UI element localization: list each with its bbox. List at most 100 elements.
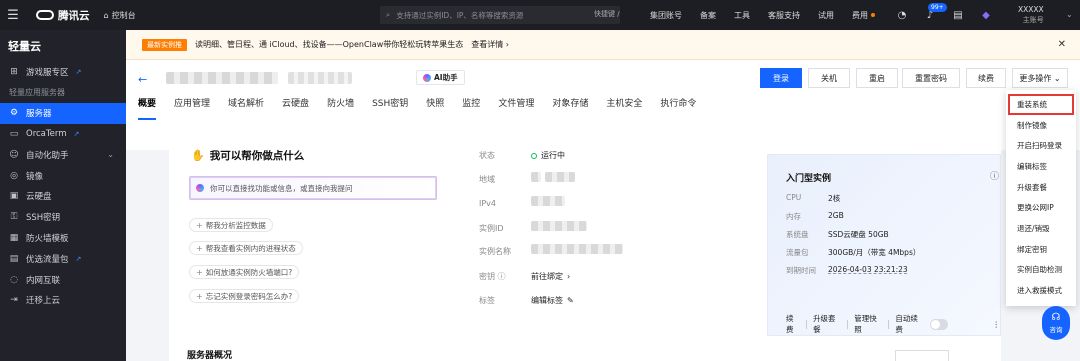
edit-tag-link[interactable]: 编辑标签 ✎ [531,295,574,306]
more-actions-button[interactable]: 更多操作 ⌄ [1012,68,1068,88]
nav-group-account[interactable]: 集团账号 [650,10,682,21]
sidebar-item-label: OrcaTerm [26,128,67,139]
cart-icon[interactable]: ▤ [952,9,964,21]
tab-cloud-disk[interactable]: 云硬盘 [282,96,309,118]
console-link[interactable]: ⌂ 控制台 [104,10,136,21]
tab-domain[interactable]: 域名解析 [228,96,264,118]
menu-item-return-destroy[interactable]: 退还/销毁 [1006,218,1076,239]
nav-tools[interactable]: 工具 [734,10,750,21]
auto-renew-toggle[interactable] [929,318,949,330]
notification-badge: 99+ [928,3,947,12]
summary-title: 服务器概况 [187,351,233,361]
sidebar-item-migrate[interactable]: ⇥ 迁移上云 [0,290,126,311]
suggestion-chip[interactable]: + 帮我分析监控数据 [189,218,273,232]
plus-sparkle-icon: + [196,243,203,253]
snapshot-link[interactable]: 管理快照 [854,313,882,335]
close-icon[interactable]: ✕ [1058,39,1066,50]
sidebar-item-server[interactable]: ⚙ 服务器 [0,102,126,124]
renew-link[interactable]: 续费 [786,313,800,335]
restart-button[interactable]: 重启 [856,68,898,88]
cloud-logo-icon [36,10,54,20]
user-account[interactable]: XXXXX 主账号 [1018,4,1044,26]
menu-item-self-check[interactable]: 实例自助检测 [1006,260,1076,281]
spec-key: 内存 [786,212,801,221]
pencil-icon: ✎ [567,296,574,305]
assistant-input[interactable]: 你可以直接找功能或信息，或直接向我提问 [189,176,437,200]
tab-run-command[interactable]: 执行命令 [660,96,696,118]
assistant-input-placeholder: 你可以直接找功能或信息，或直接向我提问 [210,183,353,193]
external-link-icon: ↗ [75,254,82,263]
brand-logo[interactable]: 腾讯云 [36,8,90,23]
menu-item-upgrade-plan[interactable]: 升级套餐 [1006,177,1076,198]
suggestion-chip[interactable]: + 帮我查看实例内的进程状态 [189,241,303,255]
tab-monitor[interactable]: 监控 [462,96,480,118]
announcement-details-link[interactable]: 查看详情 › [471,39,509,50]
global-search-input[interactable]: ⌕ 支持通过实例ID、IP、名称等搜索资源 [380,6,620,24]
nav-trial[interactable]: 试用 [818,10,834,21]
suggestion-chip[interactable]: + 忘记实例登录密码怎么办? [189,289,300,303]
summary-action-button[interactable] [895,350,949,361]
tab-firewall[interactable]: 防火墙 [327,96,354,118]
menu-item-create-image[interactable]: 制作镜像 [1006,115,1076,136]
consult-button[interactable]: ☊ 咨询 [1042,306,1070,340]
sidebar-item-game-zone[interactable]: ⊞ 游戏服专区 ↗ [0,62,126,83]
tab-app-management[interactable]: 应用管理 [174,96,210,118]
billing-dot-icon [871,13,875,17]
info-circle-icon[interactable]: ⓘ [990,169,999,182]
tab-file-management[interactable]: 文件管理 [498,96,534,118]
plus-sparkle-icon: + [196,220,203,230]
nav-billing[interactable]: 费用 [852,10,875,21]
nav-billing-label: 费用 [852,10,868,20]
sidebar-item-orcaterm[interactable]: ▭ OrcaTerm ↗ [0,124,126,145]
ai-sparkle-icon [423,73,431,82]
sidebar-item-intranet[interactable]: ◌ 内网互联 [0,269,126,290]
instance-id-label: 实例ID [479,224,504,233]
renew-button[interactable]: 续费 [966,68,1006,88]
upgrade-link[interactable]: 升级套餐 [813,313,841,335]
more-actions-dropdown: 重装系统 制作镜像 开启扫码登录 编辑标签 升级套餐 更换公网IP 退还/销毁 … [1006,90,1076,306]
shutdown-button[interactable]: 关机 [808,68,850,88]
sidebar-item-ssh-key[interactable]: ⚿ SSH密钥 [0,207,126,228]
instance-name-label: 实例名称 [479,247,511,256]
redacted-block [531,172,541,182]
sidebar-title: 轻量云 [8,40,41,53]
sidebar-item-automation[interactable]: ☺ 自动化助手 ⌄ [0,144,126,165]
app-icon[interactable]: ◆ [980,9,992,21]
menu-item-rescue-mode[interactable]: 进入救援模式 [1006,280,1076,301]
bind-key-link[interactable]: 前往绑定 › [531,271,570,282]
sidebar-item-firewall[interactable]: ▦ 防火墙模板 [0,228,126,249]
tab-overview[interactable]: 概要 [138,96,157,120]
suggestion-text: 如何放通实例防火墙端口? [205,267,293,277]
nav-support[interactable]: 客服支持 [768,10,800,21]
menu-item-edit-tags[interactable]: 编辑标签 [1006,156,1076,177]
suggestion-chip[interactable]: + 如何放通实例防火墙端口? [189,265,300,279]
login-button[interactable]: 登录 [760,68,802,88]
bell-icon[interactable]: ♪ 99+ [924,3,947,21]
menu-icon[interactable]: ☰ [0,8,26,23]
tab-object-storage[interactable]: 对象存储 [552,96,588,118]
nav-filing[interactable]: 备案 [700,10,716,21]
back-arrow-icon[interactable]: ← [138,73,147,86]
ai-assistant-button[interactable]: AI助手 [416,70,465,85]
suggestion-text: 忘记实例登录密码怎么办? [205,291,293,301]
user-chevron-down-icon[interactable]: ⌄ [1066,10,1073,19]
speed-icon[interactable]: ◔ [896,9,908,21]
tab-snapshot[interactable]: 快照 [426,96,444,118]
server-icon: ⚙ [9,108,19,119]
tab-host-security[interactable]: 主机安全 [606,96,642,118]
redacted-block [531,196,565,206]
top-bar: ☰ 腾讯云 ⌂ 控制台 ⌕ 支持通过实例ID、IP、名称等搜索资源 快捷键 / … [0,0,1080,30]
sidebar-item-disk[interactable]: ▣ 云硬盘 [0,186,126,207]
reset-password-button[interactable]: 重置密码 [902,68,960,88]
menu-item-change-public-ip[interactable]: 更换公网IP [1006,197,1076,218]
instance-name-value-redacted [531,244,623,254]
menu-item-qr-login[interactable]: 开启扫码登录 [1006,135,1076,156]
tab-ssh-key[interactable]: SSH密钥 [372,96,408,118]
menu-item-reinstall-system[interactable]: 重装系统 [1008,94,1074,115]
sidebar-item-image[interactable]: ◎ 镜像 [0,165,126,186]
menu-item-bind-key[interactable]: 绑定密钥 [1006,239,1076,260]
spec-key: CPU [786,193,802,202]
sidebar-item-traffic-package[interactable]: ▤ 优选流量包 ↗ [0,248,126,269]
suggestion-text: 帮我查看实例内的进程状态 [205,243,296,253]
more-vertical-icon[interactable]: ⋮ [992,320,1000,329]
